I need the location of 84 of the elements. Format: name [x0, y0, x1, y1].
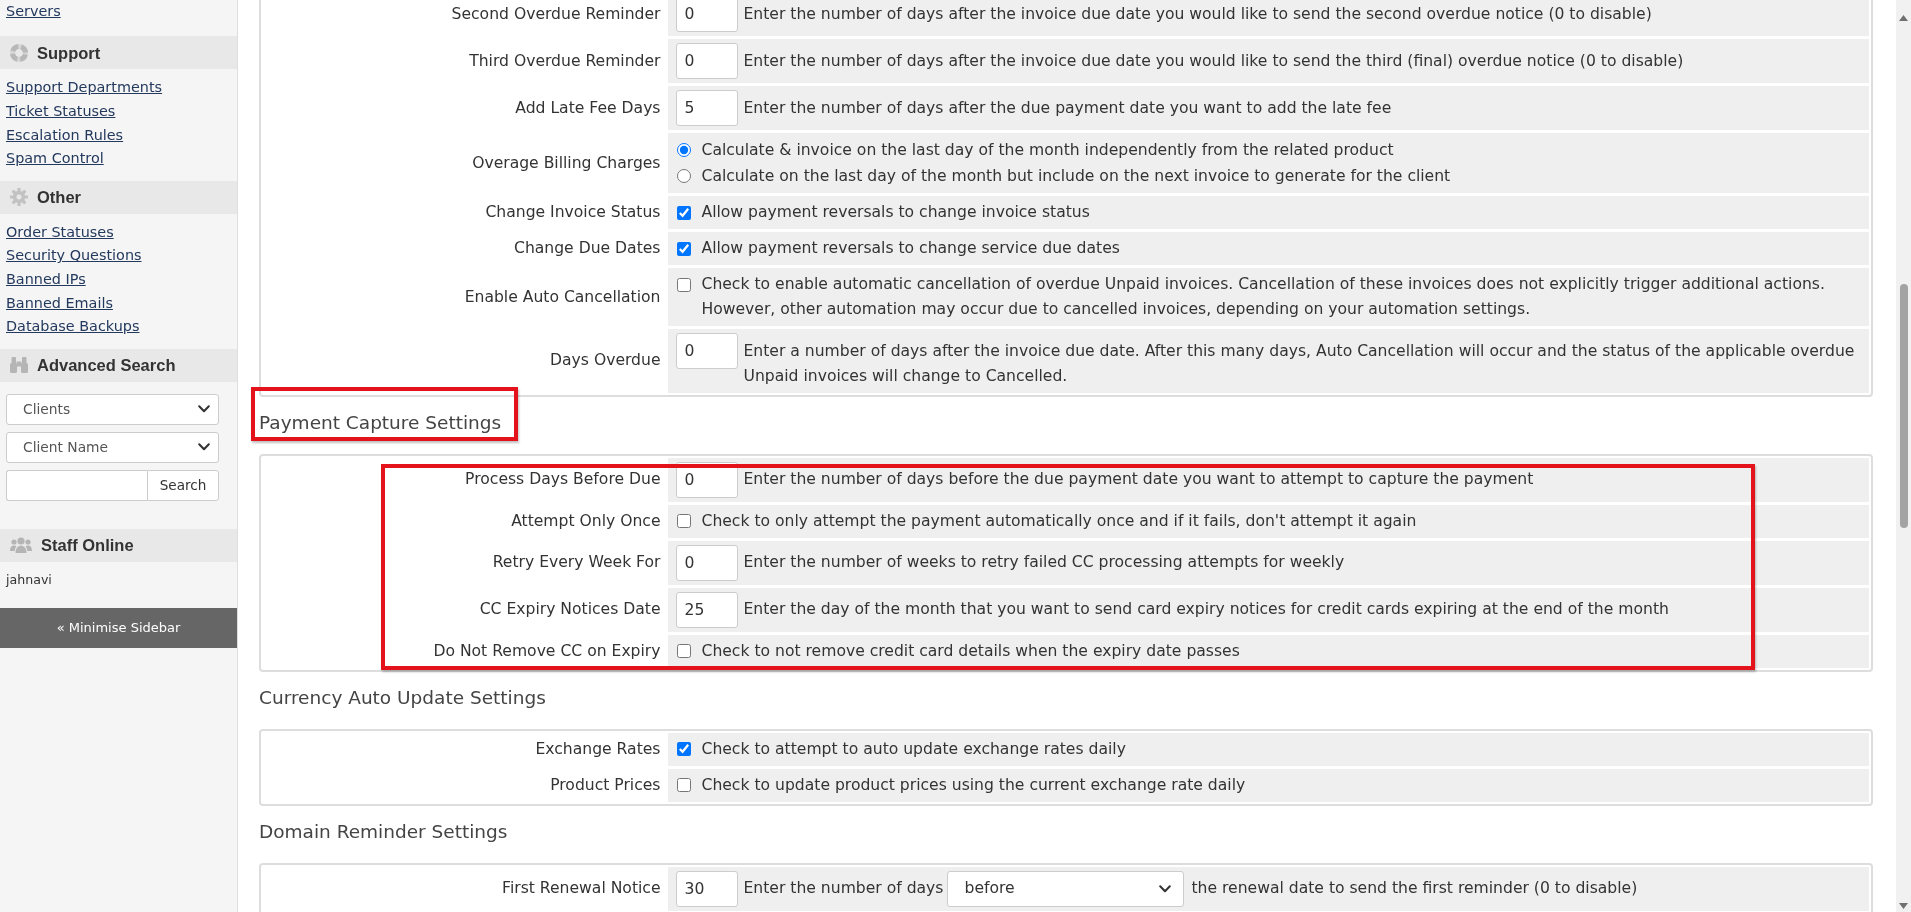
setting-label: Process Days Before Due: [465, 469, 661, 490]
setting-label: Add Late Fee Days: [515, 97, 661, 119]
sidebar-link[interactable]: Banned Emails: [6, 291, 113, 316]
checkbox[interactable]: [676, 205, 691, 220]
lifebuoy-icon: [10, 43, 28, 62]
panel-title: Advanced Search: [37, 354, 176, 376]
sidebar-link[interactable]: Support Departments: [6, 76, 163, 100]
sidebar-link[interactable]: Ticket Statuses: [6, 100, 116, 124]
scrollbar-thumb[interactable]: [1900, 284, 1908, 528]
number-input[interactable]: 0: [675, 0, 738, 32]
sidebar-link[interactable]: Spam Control: [6, 147, 104, 171]
gear-icon: [10, 188, 28, 207]
setting-description: Check to update product prices using the current exchange rate daily: [701, 774, 1246, 796]
number-input[interactable]: 25: [675, 591, 738, 628]
search-button[interactable]: Search: [147, 469, 219, 501]
timing-dropdown[interactable]: before: [947, 870, 1185, 907]
setting-label: Retry Every Week For: [492, 552, 661, 573]
minimise-sidebar-button[interactable]: « Minimise Sidebar: [0, 607, 237, 648]
panel-title: Other: [37, 186, 81, 208]
setting-description: Enter the number of weeks to retry failed CC processing attempts for weekly: [743, 552, 1345, 573]
setting-label: Overage Billing Charges: [472, 152, 661, 174]
sidebar-link[interactable]: Escalation Rules: [6, 123, 124, 148]
section-heading: Domain Reminder Settings: [259, 820, 508, 842]
section-heading: Currency Auto Update Settings: [259, 686, 546, 708]
setting-description: Enter the number of days: [743, 878, 944, 899]
chevron-down-icon: [198, 405, 210, 414]
chevron-down-icon: [198, 443, 210, 452]
chevron-down-icon: [1159, 884, 1172, 893]
checkbox[interactable]: [676, 277, 691, 292]
radio-button[interactable]: [676, 169, 691, 183]
setting-description: Enter the number of days after the invoice due date you would like to send the third (final) overdue notice (0 to disable): [743, 50, 1684, 72]
setting-description: Enter a number of days after the invoice due date. After this many days, Auto Cancellation will occur and the status of the applicable overdue Unpaid invoices will change to Cancelled.: [743, 340, 1856, 387]
setting-label: Second Overdue Reminder: [451, 3, 661, 25]
setting-label: Enable Auto Cancellation: [464, 286, 661, 308]
number-input[interactable]: 30: [675, 870, 738, 907]
setting-description: Enter the number of days after the due payment date you want to add the late fee: [743, 97, 1392, 119]
setting-label: Do Not Remove CC on Expiry: [433, 640, 661, 662]
number-input[interactable]: 0: [675, 544, 738, 581]
staff-name: jahnavi: [6, 571, 52, 587]
setting-description: Check to enable automatic cancellation of overdue Unpaid invoices. Cancellation of these invoices does not explicitly trigger additional actions. However, other automation may occur due to cancelled invoices, depending on your automation settings.: [701, 274, 1826, 320]
sidebar-link[interactable]: Banned IPs: [6, 267, 86, 292]
checkbox[interactable]: [676, 644, 691, 658]
number-input[interactable]: 5: [675, 90, 738, 126]
users-icon: [10, 537, 32, 554]
panel-title: Staff Online: [41, 534, 134, 556]
setting-description: the renewal date to send the first reminder (0 to disable): [1191, 878, 1638, 899]
setting-label: Third Overdue Reminder: [469, 50, 661, 72]
setting-description: Check to only attempt the payment automatically once and if it fails, don't attempt it again: [701, 510, 1417, 532]
checkbox[interactable]: [676, 778, 691, 792]
sidebar-link[interactable]: Security Questions: [6, 244, 142, 268]
radio-button[interactable]: [676, 143, 691, 157]
setting-description: Check to attempt to auto update exchange rates daily: [701, 738, 1126, 760]
setting-description: Check to not remove credit card details when the expiry date passes: [701, 640, 1240, 662]
setting-label: CC Expiry Notices Date: [479, 599, 661, 620]
setting-label: Attempt Only Once: [511, 510, 661, 532]
setting-label: Days Overdue: [550, 350, 661, 372]
checkbox[interactable]: [676, 241, 691, 256]
search-input[interactable]: [6, 469, 147, 501]
setting-description: Enter the number of days after the invoice due date you would like to send the second overdue notice (0 to disable): [743, 3, 1652, 25]
option-label: Calculate on the last day of the month but include on the next invoice to generate for the client: [701, 166, 1451, 187]
sidebar-link[interactable]: Servers: [6, 1, 61, 21]
setting-label: Product Prices: [550, 774, 661, 796]
panel-title: Support: [37, 42, 101, 64]
setting-description: Enter the number of days before the due payment date you want to attempt to capture the payment: [743, 469, 1534, 490]
setting-description: Allow payment reversals to change service due dates: [701, 238, 1120, 259]
number-input[interactable]: 0: [675, 43, 738, 79]
search-dropdown[interactable]: Clients: [6, 393, 219, 425]
scroll-down-icon: [1899, 903, 1908, 909]
section-heading: Payment Capture Settings: [259, 411, 502, 433]
search-dropdown[interactable]: Client Name: [6, 431, 219, 463]
setting-label: Change Invoice Status: [485, 202, 661, 223]
scroll-up-icon: [1899, 15, 1908, 21]
checkbox[interactable]: [676, 514, 691, 528]
binoculars-icon: [10, 357, 28, 374]
option-label: Calculate & invoice on the last day of the month independently from the related product: [701, 140, 1394, 161]
checkbox[interactable]: [676, 742, 691, 756]
setting-description: Allow payment reversals to change invoice status: [701, 202, 1090, 223]
sidebar-link[interactable]: Order Statuses: [6, 220, 114, 245]
setting-label: First Renewal Notice: [502, 878, 661, 899]
setting-description: Enter the day of the month that you want to send card expiry notices for credit cards expiring at the end of the month: [743, 599, 1669, 620]
setting-label: Change Due Dates: [514, 238, 661, 259]
number-input[interactable]: 0: [675, 333, 738, 369]
setting-label: Exchange Rates: [535, 738, 661, 760]
sidebar-link[interactable]: Database Backups: [6, 315, 140, 339]
